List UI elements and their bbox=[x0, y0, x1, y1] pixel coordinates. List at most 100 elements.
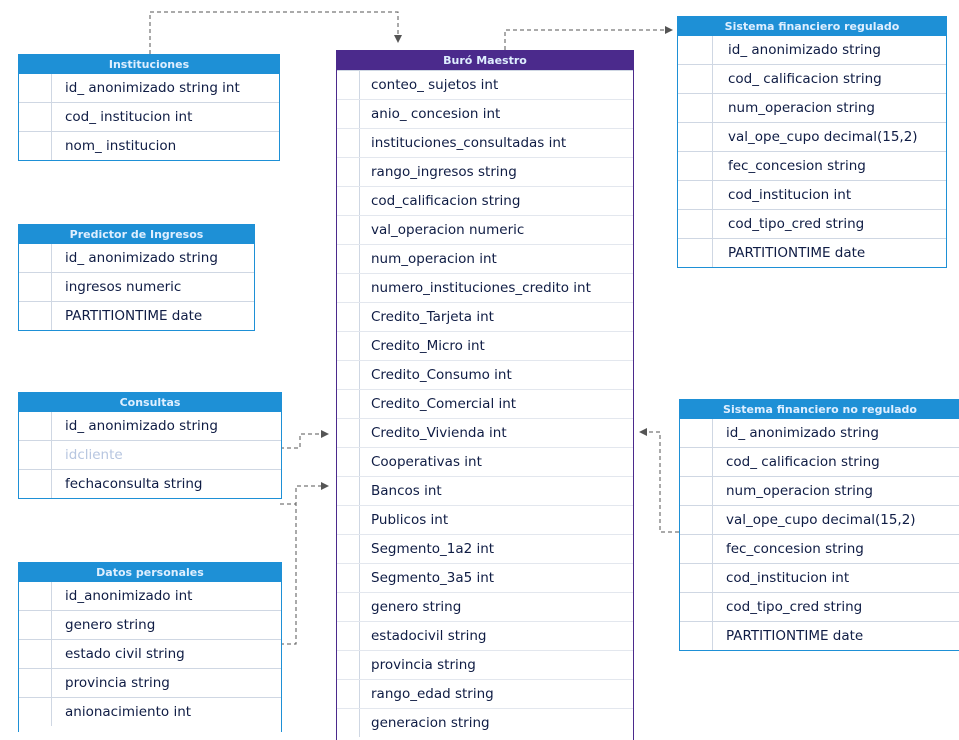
field-row: fec_concesion string bbox=[678, 151, 946, 180]
field-label: Credito_Vivienda int bbox=[371, 425, 507, 441]
field-row: PARTITIONTIME date bbox=[678, 238, 946, 267]
field-label: genero string bbox=[371, 599, 462, 615]
field-row: id_anonimizado int bbox=[19, 582, 281, 610]
field-label: numero_instituciones_credito int bbox=[371, 280, 591, 296]
field-row: cod_ calificacion string bbox=[678, 64, 946, 93]
field-label: ingresos numeric bbox=[65, 279, 182, 295]
field-row: estadocivil string bbox=[337, 621, 633, 650]
entity-title: Buró Maestro bbox=[337, 50, 633, 70]
field-row: val_ope_cupo decimal(15,2) bbox=[678, 122, 946, 151]
field-row: fechaconsulta string bbox=[19, 469, 281, 498]
field-row: nom_ institucion bbox=[19, 131, 279, 160]
connector-instituciones-buro bbox=[149, 11, 402, 54]
field-label: generacion string bbox=[371, 715, 490, 731]
field-row: generacion string bbox=[337, 708, 633, 737]
field-label: provincia string bbox=[371, 657, 476, 673]
connector-ingresos-buro bbox=[280, 482, 329, 505]
field-row: instituciones_consultadas int bbox=[337, 128, 633, 157]
field-label: Segmento_3a5 int bbox=[371, 570, 495, 586]
field-label: Segmento_1a2 int bbox=[371, 541, 495, 557]
entity-buro-maestro: Buró Maestro conteo_ sujetos int anio_ c… bbox=[336, 50, 634, 740]
field-row: rango_ingresos string bbox=[337, 157, 633, 186]
field-row: Bancos int bbox=[337, 476, 633, 505]
field-row: num_operacion string bbox=[680, 476, 959, 505]
entity-sistema-financiero-no-regulado: Sistema financiero no regulado id_ anoni… bbox=[679, 399, 959, 651]
entity-consultas: Consultas id_ anonimizado string idclien… bbox=[18, 392, 282, 499]
field-label: Bancos int bbox=[371, 483, 442, 499]
field-row: Segmento_1a2 int bbox=[337, 534, 633, 563]
field-label: id_ anonimizado string bbox=[65, 418, 218, 434]
field-label: provincia string bbox=[65, 675, 170, 691]
field-row: Credito_Vivienda int bbox=[337, 418, 633, 447]
field-label: Credito_Tarjeta int bbox=[371, 309, 494, 325]
field-row: num_operacion string bbox=[678, 93, 946, 122]
connector-otros-buro bbox=[280, 486, 297, 645]
field-label: Publicos int bbox=[371, 512, 449, 528]
field-row: ingresos numeric bbox=[19, 272, 254, 301]
field-label: PARTITIONTIME date bbox=[728, 245, 866, 261]
field-label: Credito_Comercial int bbox=[371, 396, 517, 412]
field-row: id_ anonimizado string int bbox=[19, 74, 279, 102]
field-label: num_operacion int bbox=[371, 251, 497, 267]
field-label: rango_ingresos string bbox=[371, 164, 517, 180]
field-row: cod_institucion int bbox=[680, 563, 959, 592]
field-label: cod_tipo_cred string bbox=[728, 216, 865, 232]
field-label: genero string bbox=[65, 617, 156, 633]
entity-title: Instituciones bbox=[19, 54, 279, 74]
entity-title: Sistema financiero regulado bbox=[678, 16, 946, 36]
field-label: estado civil string bbox=[65, 646, 185, 662]
field-row: idcliente bbox=[19, 440, 281, 469]
field-row: genero string bbox=[19, 610, 281, 639]
field-row: fec_concesion string bbox=[680, 534, 959, 563]
field-label: id_ anonimizado string int bbox=[65, 80, 240, 96]
field-row: cod_ institucion int bbox=[19, 102, 279, 131]
field-label: Cooperativas int bbox=[371, 454, 482, 470]
field-row: id_ anonimizado string bbox=[19, 412, 281, 440]
field-row: Cooperativas int bbox=[337, 447, 633, 476]
field-label: cod_ institucion int bbox=[65, 109, 193, 125]
field-row: cod_institucion int bbox=[678, 180, 946, 209]
field-row: cod_tipo_cred string bbox=[680, 592, 959, 621]
field-label: cod_ calificacion string bbox=[728, 71, 882, 87]
field-row: Credito_Micro int bbox=[337, 331, 633, 360]
field-label: Credito_Micro int bbox=[371, 338, 485, 354]
field-row: Credito_Tarjeta int bbox=[337, 302, 633, 331]
field-row: numero_instituciones_credito int bbox=[337, 273, 633, 302]
entity-datos-personales: Datos personales id_anonimizado int gene… bbox=[18, 562, 282, 732]
field-label: Credito_Consumo int bbox=[371, 367, 512, 383]
field-label: id_anonimizado int bbox=[65, 588, 193, 604]
entity-title: Consultas bbox=[19, 392, 281, 412]
field-row: cod_tipo_cred string bbox=[678, 209, 946, 238]
field-label: anionacimiento int bbox=[65, 704, 192, 720]
field-label: rango_edad string bbox=[371, 686, 494, 702]
field-label: cod_tipo_cred string bbox=[726, 599, 863, 615]
field-label: nom_ institucion bbox=[65, 138, 177, 154]
entity-title: Sistema financiero no regulado bbox=[680, 399, 959, 419]
entity-predictor-ingresos: Predictor de Ingresos id_ anonimizado st… bbox=[18, 224, 255, 331]
field-label: id_ anonimizado string bbox=[726, 425, 879, 441]
field-row: genero string bbox=[337, 592, 633, 621]
field-row: PARTITIONTIME date bbox=[680, 621, 959, 650]
field-row: provincia string bbox=[19, 668, 281, 697]
field-label: cod_ calificacion string bbox=[726, 454, 880, 470]
field-label: fec_concesion string bbox=[726, 541, 864, 557]
field-row: PARTITIONTIME date bbox=[19, 301, 254, 330]
entity-title: Datos personales bbox=[19, 562, 281, 582]
field-row: estado civil string bbox=[19, 639, 281, 668]
field-label: estadocivil string bbox=[371, 628, 487, 644]
field-row: Credito_Comercial int bbox=[337, 389, 633, 418]
field-label: id_ anonimizado string bbox=[65, 250, 218, 266]
field-label: instituciones_consultadas int bbox=[371, 135, 567, 151]
field-label: fec_concesion string bbox=[728, 158, 866, 174]
field-row: num_operacion int bbox=[337, 244, 633, 273]
connector-consultas-buro bbox=[280, 430, 329, 449]
field-row: id_ anonimizado string bbox=[19, 244, 254, 272]
field-label: anio_ concesion int bbox=[371, 106, 501, 122]
field-label: cod_institucion int bbox=[728, 187, 852, 203]
field-row: val_operacion numeric bbox=[337, 215, 633, 244]
field-row: cod_ calificacion string bbox=[680, 447, 959, 476]
field-label: val_operacion numeric bbox=[371, 222, 525, 238]
field-label: PARTITIONTIME date bbox=[726, 628, 864, 644]
field-label: idcliente bbox=[65, 447, 123, 463]
entity-sistema-financiero-regulado: Sistema financiero regulado id_ anonimiz… bbox=[677, 16, 947, 268]
